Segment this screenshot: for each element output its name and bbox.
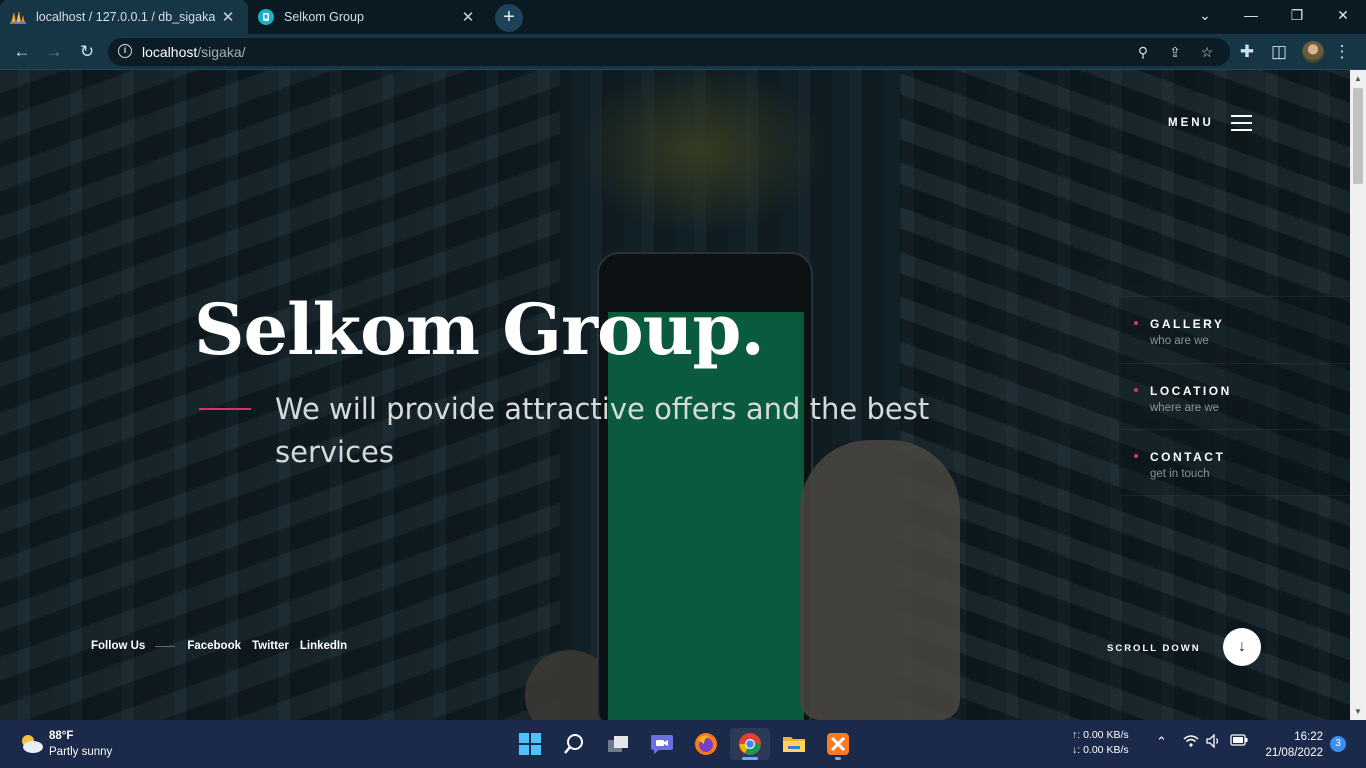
tab-phpmyadmin[interactable]: localhost / 127.0.0.1 / db_sigaka | ✕ bbox=[0, 0, 248, 34]
hamburger-menu-icon[interactable] bbox=[1231, 115, 1252, 131]
minimize-button[interactable]: — bbox=[1228, 0, 1274, 30]
chevron-up-icon[interactable]: ⌃ bbox=[1156, 734, 1167, 750]
side-nav-subtitle: who are we bbox=[1150, 335, 1209, 347]
side-nav: GALLERY who are we LOCATION where are we… bbox=[1119, 296, 1350, 496]
battery-icon[interactable] bbox=[1230, 734, 1248, 749]
social-links: Follow Us Facebook Twitter LinkedIn bbox=[91, 640, 358, 652]
chrome-icon[interactable] bbox=[730, 728, 770, 760]
share-icon[interactable]: ⇪ bbox=[1165, 42, 1185, 62]
side-nav-title: CONTACT bbox=[1150, 450, 1226, 464]
twitter-link[interactable]: Twitter bbox=[252, 640, 289, 652]
weather-description[interactable]: Partly sunny bbox=[49, 746, 112, 758]
file-explorer-icon[interactable] bbox=[774, 728, 814, 760]
new-tab-button[interactable]: + bbox=[495, 4, 523, 32]
browser-tab-strip: localhost / 127.0.0.1 / db_sigaka | ✕ Se… bbox=[0, 0, 1366, 34]
side-nav-contact[interactable]: CONTACT get in touch bbox=[1119, 429, 1350, 496]
tab-close-button[interactable]: ✕ bbox=[458, 8, 478, 26]
side-nav-gallery[interactable]: GALLERY who are we bbox=[1119, 296, 1350, 363]
side-nav-location[interactable]: LOCATION where are we bbox=[1119, 362, 1350, 429]
phpmyadmin-icon bbox=[10, 9, 26, 25]
running-app-indicator bbox=[835, 757, 841, 760]
scrollbar-thumb[interactable] bbox=[1353, 88, 1363, 184]
back-arrow-icon[interactable]: ← bbox=[10, 40, 34, 64]
notification-count-badge[interactable]: 3 bbox=[1330, 736, 1346, 752]
clock-date: 21/08/2022 bbox=[1265, 747, 1323, 759]
side-nav-title: LOCATION bbox=[1150, 383, 1232, 398]
windows-taskbar: 88°F Partly sunny ↑: 0.00 KB/s ↓: 0.00 K… bbox=[0, 720, 1366, 768]
tab-selkom-group[interactable]: Selkom Group ✕ bbox=[248, 0, 488, 34]
profile-avatar[interactable] bbox=[1302, 41, 1324, 63]
url-path: /sigaka/ bbox=[197, 44, 246, 60]
address-bar[interactable]: i localhost/sigaka/ ⚲ ⇪ ☆ bbox=[108, 38, 1230, 66]
forward-arrow-icon[interactable]: → bbox=[42, 40, 66, 64]
follow-us-label: Follow Us bbox=[91, 640, 146, 652]
volume-icon[interactable] bbox=[1206, 733, 1222, 751]
search-icon[interactable] bbox=[554, 728, 594, 760]
xampp-icon[interactable] bbox=[818, 728, 858, 760]
divider bbox=[155, 645, 176, 647]
task-view-icon[interactable] bbox=[598, 728, 638, 760]
page-scrollbar[interactable]: ▲ ▼ bbox=[1350, 70, 1366, 720]
scroll-down-arrow-icon[interactable]: ↓ bbox=[1223, 628, 1261, 666]
hero-section: MENU Selkom Group. We will provide attra… bbox=[0, 70, 1350, 720]
weather-temperature[interactable]: 88°F bbox=[49, 730, 73, 742]
tab-close-button[interactable]: ✕ bbox=[218, 8, 238, 26]
reload-icon[interactable]: ↻ bbox=[75, 40, 99, 64]
linkedin-link[interactable]: LinkedIn bbox=[300, 640, 347, 652]
partly-sunny-icon[interactable] bbox=[18, 732, 44, 754]
facebook-link[interactable]: Facebook bbox=[187, 640, 241, 652]
download-speed: ↓: 0.00 KB/s bbox=[1072, 744, 1129, 756]
tab-search-button[interactable]: ⌄ bbox=[1182, 0, 1228, 30]
side-nav-title: GALLERY bbox=[1150, 317, 1225, 331]
background-hand-image bbox=[800, 440, 960, 720]
browser-menu-icon[interactable]: ⋮ bbox=[1330, 40, 1354, 64]
network-speed[interactable]: ↑: 0.00 KB/s ↓: 0.00 KB/s bbox=[1072, 728, 1129, 758]
page-title: Selkom Group. bbox=[194, 288, 765, 371]
restore-button[interactable]: ❐ bbox=[1274, 0, 1320, 30]
clock-time: 16:22 bbox=[1294, 731, 1323, 743]
scroll-down-small-arrow-icon[interactable]: ▼ bbox=[1350, 707, 1366, 716]
site-info-icon[interactable]: i bbox=[118, 44, 132, 58]
side-nav-subtitle: where are we bbox=[1150, 401, 1220, 414]
bullet-dot bbox=[1134, 321, 1138, 325]
scroll-up-arrow-icon[interactable]: ▲ bbox=[1350, 74, 1366, 83]
active-app-indicator bbox=[742, 757, 758, 760]
system-clock[interactable]: 16:22 21/08/2022 bbox=[1262, 729, 1323, 761]
zoom-icon[interactable]: ⚲ bbox=[1133, 42, 1153, 62]
bookmark-star-icon[interactable]: ☆ bbox=[1197, 42, 1217, 62]
url-host: localhost bbox=[142, 44, 198, 60]
tab-title: Selkom Group bbox=[284, 10, 364, 24]
upload-speed: ↑: 0.00 KB/s bbox=[1072, 729, 1129, 741]
menu-label[interactable]: MENU bbox=[1168, 117, 1214, 129]
side-nav-subtitle: get in touch bbox=[1150, 468, 1210, 480]
bullet-dot bbox=[1134, 387, 1138, 392]
tab-title: localhost / 127.0.0.1 / db_sigaka | bbox=[36, 10, 218, 24]
url-text[interactable]: localhost/sigaka/ bbox=[142, 44, 246, 60]
browser-toolbar: ← → ↻ i localhost/sigaka/ ⚲ ⇪ ☆ ✚ ◫ ⋮ bbox=[0, 34, 1366, 70]
extensions-icon[interactable]: ✚ bbox=[1235, 40, 1259, 64]
teams-chat-icon[interactable] bbox=[642, 728, 682, 760]
page-subtitle: We will provide attractive offers and th… bbox=[275, 392, 930, 469]
wifi-icon[interactable] bbox=[1183, 734, 1199, 750]
site-favicon-icon bbox=[258, 9, 274, 25]
close-window-button[interactable]: ✕ bbox=[1320, 0, 1366, 30]
firefox-icon[interactable] bbox=[686, 728, 726, 760]
side-panel-icon[interactable]: ◫ bbox=[1267, 40, 1291, 64]
bullet-dot bbox=[1134, 454, 1138, 458]
scroll-down-label[interactable]: SCROLL DOWN bbox=[1107, 643, 1201, 654]
windows-start-icon[interactable] bbox=[510, 728, 550, 760]
accent-divider bbox=[199, 408, 251, 410]
